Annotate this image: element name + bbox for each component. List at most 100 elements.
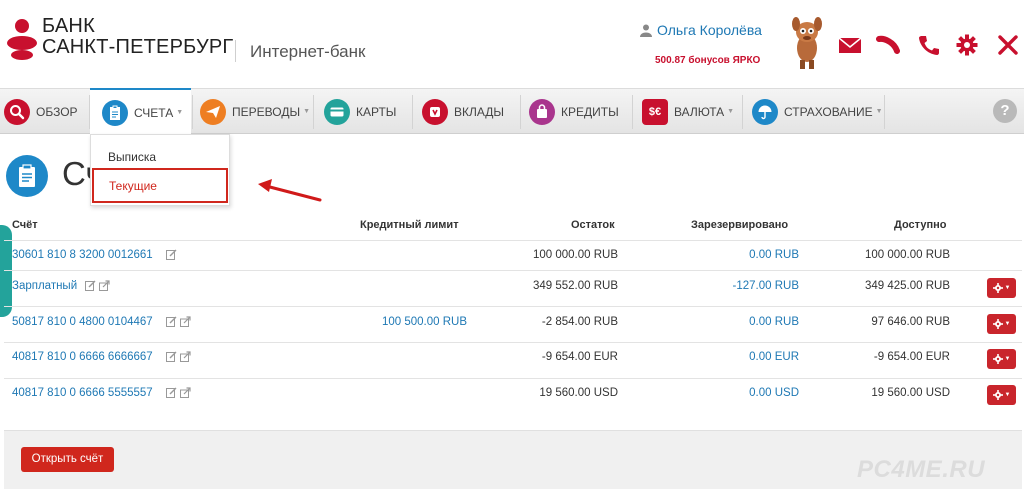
nav-label: ПЕРЕВОДЫ [232,104,301,119]
row-actions-button[interactable]: ▼ [987,385,1016,405]
gear-icon[interactable] [955,34,979,56]
help-icon[interactable]: ? [993,99,1017,123]
search-icon [4,98,30,125]
balance-cell: -2 854.00 RUB [541,316,618,328]
available-cell: 19 560.00 USD [871,387,950,399]
bank-logo-icon[interactable] [6,18,38,62]
account-cell: 40817 810 0 6666 6666667 [12,351,191,363]
sausage-icon[interactable] [876,34,900,56]
side-panel-tab[interactable] [0,225,12,317]
table-divider [4,240,1022,241]
chevron-down-icon: ▼ [1004,392,1011,398]
nav-item-accounts[interactable]: СЧЕТА ▼ [90,88,191,135]
phone-icon[interactable] [917,34,941,56]
chevron-down-icon: ▼ [176,109,184,116]
available-cell: 97 646.00 RUB [871,316,950,328]
clipboard-icon [102,99,128,126]
bank-logo-text[interactable]: БАНК САНКТ-ПЕТЕРБУРГ [42,16,233,58]
nav-divider [632,95,633,129]
nav-item-transfers[interactable]: ПЕРЕВОДЫ ▼ [196,89,312,134]
user-profile-link[interactable]: Ольга Королёва [640,22,762,38]
available-cell: -9 654.00 EUR [873,351,950,363]
chevron-down-icon: ▼ [1004,321,1011,327]
edit-icon[interactable] [165,249,177,261]
gear-icon [992,354,1003,364]
logo-divider [235,40,236,62]
accounts-clipboard-icon [6,155,48,197]
edit-icon[interactable] [165,351,177,363]
nav-item-cards[interactable]: КАРТЫ [320,89,410,134]
column-header-credit-limit: Кредитный лимит [360,219,459,231]
open-account-button[interactable]: Открыть счёт [21,447,114,472]
currency-icon: $€ [642,98,668,125]
account-link[interactable]: 40817 810 0 6666 5555557 [12,387,153,399]
account-cell: 50817 810 0 4800 0104467 [12,316,191,328]
user-name: Ольга Королёва [657,22,762,38]
nav-item-insurance[interactable]: СТРАХОВАНИЕ ▼ [748,89,883,134]
chevron-down-icon: ▼ [1004,356,1011,362]
account-cell: Зарплатный [12,280,110,292]
account-cell: 40817 810 0 6666 5555557 [12,387,191,399]
table-divider [4,306,1022,307]
column-header-reserved: Зарезервировано [691,219,789,231]
account-link[interactable]: 30601 810 8 3200 0012661 [12,249,153,261]
nav-label: ВКЛАДЫ [454,104,505,119]
row-actions-button[interactable]: ▼ [987,349,1016,369]
umbrella-icon [752,98,778,125]
account-link[interactable]: Зарплатный [12,280,77,292]
reserved-link[interactable]: 0.00 USD [749,387,799,399]
table-divider [4,378,1022,379]
nav-label: ВАЛЮТА [674,104,725,119]
chevron-down-icon: ▼ [875,108,883,115]
edit-icon[interactable] [165,316,177,328]
edit-icon[interactable] [85,280,96,292]
gear-icon [992,283,1003,293]
row-actions-button[interactable]: ▼ [987,314,1016,334]
nav-item-deposits[interactable]: ВКЛАДЫ [418,89,518,134]
nav-divider [313,95,314,129]
nav-divider [192,95,193,129]
edit-icon[interactable] [165,387,177,399]
share-icon[interactable] [179,351,191,363]
logo-line2: САНКТ-ПЕТЕРБУРГ [42,36,234,58]
balance-cell: 100 000.00 RUB [532,249,618,261]
credit-limit-link[interactable]: 100 500.00 RUB [382,316,467,328]
bonus-balance[interactable]: 500.87 бонусов ЯРКО [655,55,760,66]
nav-divider [520,95,521,129]
share-icon[interactable] [179,316,191,328]
nav-label: КАРТЫ [356,104,397,119]
column-header-balance: Остаток [571,219,615,231]
main-nav: ОБЗОР СЧЕТА ▼ ПЕРЕВОДЫ ▼ КАРТЫ ВКЛАДЫ КР… [0,88,1024,135]
account-link[interactable]: 40817 810 0 6666 6666667 [12,351,153,363]
logo-line1: БАНК [42,15,95,37]
person-icon [640,24,652,37]
reserved-link[interactable]: 0.00 RUB [749,249,799,261]
reserved-link[interactable]: 0.00 RUB [749,316,799,328]
paper-plane-icon [200,98,226,125]
menu-item-statement[interactable]: Выписка [91,143,229,171]
nav-item-currency[interactable]: $€ ВАЛЮТА ▼ [638,89,738,134]
chevron-down-icon: ▼ [727,108,735,115]
balance-cell: 349 552.00 RUB [532,280,618,292]
mascot-icon [792,17,822,69]
nav-label: ОБЗОР [36,104,78,119]
row-actions-button[interactable]: ▼ [987,278,1016,298]
reserved-link[interactable]: 0.00 EUR [749,351,799,363]
account-link[interactable]: 50817 810 0 4800 0104467 [12,316,153,328]
reserved-link[interactable]: -127.00 RUB [733,280,799,292]
chevron-down-icon: ▼ [1004,285,1011,291]
available-cell: 349 425.00 RUB [864,280,950,292]
share-icon[interactable] [179,387,191,399]
nav-item-credits[interactable]: КРЕДИТЫ [525,89,630,134]
nav-item-overview[interactable]: ОБЗОР [0,89,88,134]
table-divider [4,270,1022,271]
menu-item-current[interactable]: Текущие [92,168,228,203]
share-icon[interactable] [99,280,110,292]
mail-icon[interactable] [838,34,862,56]
table-divider [4,342,1022,343]
close-icon[interactable] [996,34,1020,56]
nav-label: СТРАХОВАНИЕ [784,104,873,119]
header: БАНК САНКТ-ПЕТЕРБУРГ Интернет-банк Ольга… [0,0,1024,88]
internet-bank-label: Интернет-банк [250,42,366,61]
gear-icon [992,390,1003,400]
